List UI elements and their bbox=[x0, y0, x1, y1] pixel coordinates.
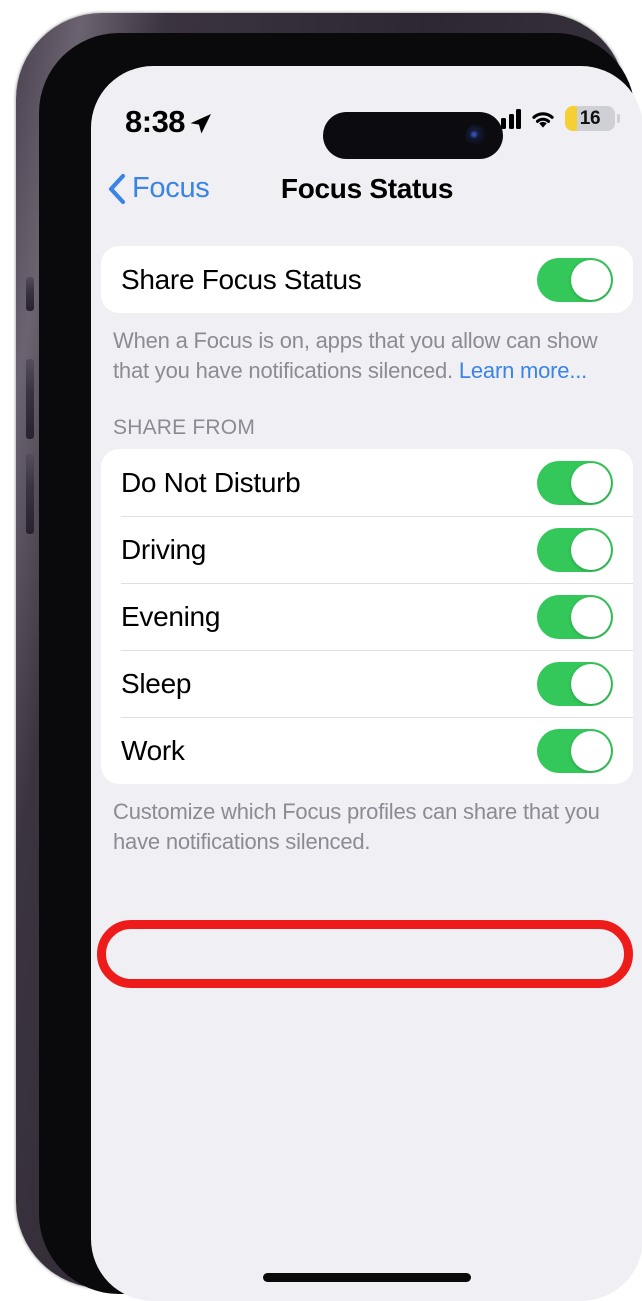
status-bar-indicators: 16 bbox=[493, 106, 620, 131]
phone-bezel: 8:38 16 Focus Focus Status Share Focus S… bbox=[39, 33, 642, 1301]
learn-more-link[interactable]: Learn more... bbox=[459, 358, 587, 383]
toggle-share-focus-status[interactable] bbox=[537, 257, 613, 302]
toggle-sleep[interactable] bbox=[537, 661, 613, 706]
row-label-work: Work bbox=[121, 734, 185, 766]
navigation-bar: Focus Focus Status bbox=[91, 158, 642, 216]
row-sleep[interactable]: Sleep bbox=[101, 650, 633, 717]
share-focus-status-footer: When a Focus is on, apps that you allow … bbox=[113, 326, 621, 386]
phone-frame: 8:38 16 Focus Focus Status Share Focus S… bbox=[16, 13, 642, 1301]
toggle-knob bbox=[571, 663, 611, 704]
share-focus-status-card: Share Focus Status bbox=[101, 246, 633, 313]
toggle-knob bbox=[571, 259, 611, 300]
page-title: Focus Status bbox=[280, 173, 454, 204]
volume-down-button[interactable] bbox=[26, 454, 34, 534]
settings-content: Share Focus Status When a Focus is on, a… bbox=[91, 216, 642, 1301]
share-from-card: Do Not Disturb Driving Evening Sleep Wor… bbox=[101, 449, 633, 784]
share-from-header: SHARE FROM bbox=[113, 416, 256, 439]
battery-nub bbox=[617, 114, 620, 123]
volume-up-button[interactable] bbox=[26, 359, 34, 439]
row-driving[interactable]: Driving bbox=[101, 516, 633, 583]
toggle-evening[interactable] bbox=[537, 594, 613, 639]
row-label-evening: Evening bbox=[121, 600, 221, 632]
row-label-sleep: Sleep bbox=[121, 667, 192, 699]
toggle-knob bbox=[571, 730, 611, 771]
battery-indicator: 16 bbox=[565, 106, 620, 131]
wifi-icon bbox=[529, 108, 557, 129]
row-label-share-focus-status: Share Focus Status bbox=[121, 263, 362, 295]
row-evening[interactable]: Evening bbox=[101, 583, 633, 650]
dynamic-island[interactable] bbox=[323, 112, 503, 159]
battery-low-power-fill bbox=[565, 106, 577, 131]
row-share-focus-status[interactable]: Share Focus Status bbox=[101, 246, 633, 313]
annotation-highlight-oval-sleep bbox=[97, 920, 633, 988]
home-indicator[interactable] bbox=[263, 1273, 471, 1282]
toggle-knob bbox=[571, 529, 611, 570]
row-do-not-disturb[interactable]: Do Not Disturb bbox=[101, 449, 633, 516]
toggle-knob bbox=[571, 596, 611, 637]
phone-screen: 8:38 16 Focus Focus Status Share Focus S… bbox=[91, 66, 642, 1301]
status-bar-time: 8:38 bbox=[125, 104, 186, 139]
row-label-do-not-disturb: Do Not Disturb bbox=[121, 466, 301, 498]
toggle-driving[interactable] bbox=[537, 527, 613, 572]
action-button[interactable] bbox=[26, 277, 34, 311]
share-from-footer: Customize which Focus profiles can share… bbox=[113, 799, 600, 854]
toggle-knob bbox=[571, 462, 611, 503]
toggle-work[interactable] bbox=[537, 728, 613, 773]
toggle-do-not-disturb[interactable] bbox=[537, 460, 613, 505]
row-label-driving: Driving bbox=[121, 533, 207, 565]
battery-level-text: 16 bbox=[579, 107, 601, 129]
front-camera-icon bbox=[465, 125, 486, 146]
row-work[interactable]: Work bbox=[101, 717, 633, 784]
location-arrow-icon bbox=[187, 111, 213, 142]
